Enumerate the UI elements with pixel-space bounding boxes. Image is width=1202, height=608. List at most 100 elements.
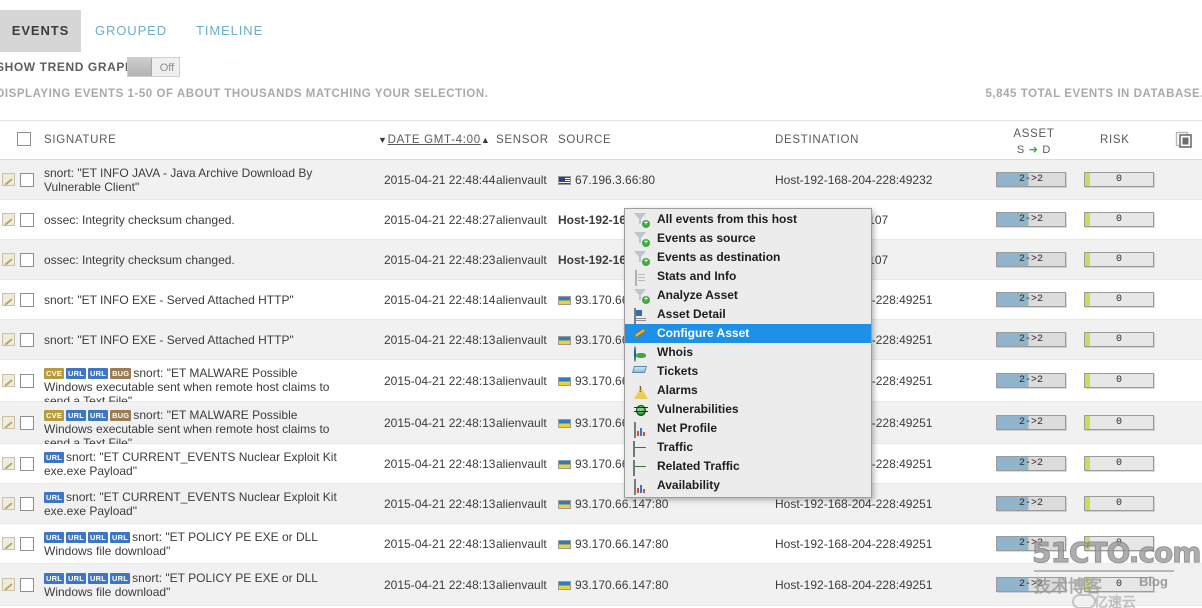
- row-checkbox[interactable]: [20, 416, 34, 430]
- badge-url[interactable]: URL: [44, 573, 65, 584]
- signature-cell[interactable]: ossec: Integrity checksum changed.: [44, 213, 344, 227]
- sort-desc-caret[interactable]: ▼: [378, 135, 388, 145]
- signature-cell[interactable]: URL snort: "ET CURRENT_EVENTS Nuclear Exp…: [44, 450, 344, 478]
- risk-pill[interactable]: 0: [1084, 456, 1154, 471]
- table-row[interactable]: URL snort: "ET CURRENT_EVENTS Nuclear Exp…: [0, 484, 1202, 524]
- row-annotate-icon[interactable]: [2, 374, 15, 387]
- row-annotate-icon[interactable]: [2, 173, 15, 186]
- table-row[interactable]: CVE URL URL BUG snort: "ET MALWARE Possible …: [0, 402, 1202, 450]
- context-menu[interactable]: + All events from this host + Events as sou…: [624, 208, 872, 498]
- risk-pill[interactable]: 0: [1084, 212, 1154, 227]
- sort-asc-caret[interactable]: ▲: [481, 135, 491, 145]
- asset-pill[interactable]: 2->2: [996, 415, 1066, 430]
- badge-url[interactable]: URL: [88, 532, 109, 543]
- source-cell[interactable]: 93.170.66.147:80: [558, 537, 668, 551]
- destination-cell[interactable]: Host-192-168-204-228:49232: [775, 173, 932, 187]
- badge-url[interactable]: URL: [110, 532, 131, 543]
- source-cell[interactable]: 67.196.3.66:80: [558, 173, 655, 187]
- sensor-cell[interactable]: alienvault: [496, 213, 547, 227]
- row-checkbox[interactable]: [20, 374, 34, 388]
- asset-pill[interactable]: 2->2: [996, 496, 1066, 511]
- table-row[interactable]: CVE URL URL BUG snort: "ET MALWARE Possible …: [0, 360, 1202, 408]
- badge-url[interactable]: URL: [44, 532, 65, 543]
- row-annotate-icon[interactable]: [2, 497, 15, 510]
- signature-cell[interactable]: URL URL URL URL snort: "ET POLICY PE EXE or …: [44, 571, 344, 599]
- date-cell[interactable]: 2015-04-21 22:48:13: [384, 457, 495, 471]
- date-cell[interactable]: 2015-04-21 22:48:13: [384, 416, 495, 430]
- column-header-source[interactable]: SOURCE: [558, 121, 611, 159]
- risk-pill[interactable]: 0: [1084, 292, 1154, 307]
- menu-item-net-profile[interactable]: Net Profile: [625, 419, 871, 438]
- date-cell[interactable]: 2015-04-21 22:48:27: [384, 213, 495, 227]
- sensor-cell[interactable]: alienvault: [496, 293, 547, 307]
- column-header-date[interactable]: ▼DATE GMT-4:00▲: [378, 121, 490, 159]
- asset-pill[interactable]: 2->2: [996, 292, 1066, 307]
- table-row[interactable]: URL snort: "ET CURRENT_EVENTS Nuclear Exp…: [0, 444, 1202, 484]
- risk-pill[interactable]: 0: [1084, 252, 1154, 267]
- sensor-cell[interactable]: alienvault: [496, 374, 547, 388]
- row-checkbox[interactable]: [20, 457, 34, 471]
- destination-cell[interactable]: Host-192-168-204-228:49251: [775, 497, 932, 511]
- badge-url[interactable]: URL: [110, 573, 131, 584]
- row-checkbox[interactable]: [20, 333, 34, 347]
- sensor-cell[interactable]: alienvault: [496, 253, 547, 267]
- menu-item-whois[interactable]: Whois: [625, 343, 871, 362]
- sensor-cell[interactable]: alienvault: [496, 537, 547, 551]
- signature-cell[interactable]: snort: "ET INFO JAVA - Java Archive Down…: [44, 166, 344, 194]
- risk-pill[interactable]: 0: [1084, 536, 1154, 551]
- menu-item-tickets[interactable]: Tickets: [625, 362, 871, 381]
- badge-url[interactable]: URL: [66, 368, 87, 379]
- asset-pill[interactable]: 2->2: [996, 577, 1066, 592]
- menu-item-alarms[interactable]: Alarms: [625, 381, 871, 400]
- tab-grouped[interactable]: GROUPED: [92, 10, 170, 52]
- badge-cve[interactable]: CVE: [44, 368, 65, 379]
- row-checkbox[interactable]: [20, 173, 34, 187]
- row-checkbox[interactable]: [20, 537, 34, 551]
- risk-pill[interactable]: 0: [1084, 172, 1154, 187]
- table-row[interactable]: URL URL URL URL snort: "ET POLICY PE EXE or …: [0, 524, 1202, 564]
- signature-cell[interactable]: URL URL URL URL snort: "ET POLICY PE EXE or …: [44, 530, 344, 558]
- menu-item-asset-detail[interactable]: Asset Detail: [625, 305, 871, 324]
- row-annotate-icon[interactable]: [2, 537, 15, 550]
- table-row[interactable]: snort: "ET INFO EXE - Served Attached HT…: [0, 320, 1202, 360]
- row-annotate-icon[interactable]: [2, 578, 15, 591]
- date-cell[interactable]: 2015-04-21 22:48:13: [384, 537, 495, 551]
- asset-pill[interactable]: 2->2: [996, 332, 1066, 347]
- table-row[interactable]: URL URL URL URL snort: "ET POLICY PE EXE or …: [0, 564, 1202, 606]
- destination-cell[interactable]: Host-192-168-204-228:49251: [775, 578, 932, 592]
- menu-item-events-as-source[interactable]: + Events as source: [625, 229, 871, 248]
- row-checkbox[interactable]: [20, 253, 34, 267]
- asset-pill[interactable]: 2->2: [996, 373, 1066, 388]
- risk-pill[interactable]: 0: [1084, 577, 1154, 592]
- sensor-cell[interactable]: alienvault: [496, 457, 547, 471]
- badge-url[interactable]: URL: [66, 532, 87, 543]
- badge-url[interactable]: URL: [66, 410, 87, 421]
- badge-bug[interactable]: BUG: [110, 368, 132, 379]
- table-row[interactable]: ossec: Integrity checksum changed. 2015-0…: [0, 240, 1202, 280]
- copy-icon[interactable]: [1175, 131, 1193, 149]
- risk-pill[interactable]: 0: [1084, 496, 1154, 511]
- tab-events[interactable]: EVENTS: [0, 10, 81, 52]
- badge-url[interactable]: URL: [66, 573, 87, 584]
- source-cell[interactable]: 93.170.66.147:80: [558, 578, 668, 592]
- row-annotate-icon[interactable]: [2, 333, 15, 346]
- menu-item-analyze-asset[interactable]: + Analyze Asset: [625, 286, 871, 305]
- risk-pill[interactable]: 0: [1084, 415, 1154, 430]
- sensor-cell[interactable]: alienvault: [496, 578, 547, 592]
- row-checkbox[interactable]: [20, 578, 34, 592]
- badge-url[interactable]: URL: [88, 410, 109, 421]
- row-annotate-icon[interactable]: [2, 253, 15, 266]
- sensor-cell[interactable]: alienvault: [496, 333, 547, 347]
- badge-url[interactable]: URL: [88, 573, 109, 584]
- column-header-destination[interactable]: DESTINATION: [775, 121, 859, 159]
- signature-cell[interactable]: snort: "ET INFO EXE - Served Attached HT…: [44, 293, 344, 307]
- asset-pill[interactable]: 2->2: [996, 536, 1066, 551]
- column-header-sensor[interactable]: SENSOR: [496, 121, 549, 159]
- asset-pill[interactable]: 2->2: [996, 252, 1066, 267]
- destination-cell[interactable]: Host-192-168-204-228:49251: [775, 537, 932, 551]
- date-cell[interactable]: 2015-04-21 22:48:14: [384, 293, 495, 307]
- date-cell[interactable]: 2015-04-21 22:48:13: [384, 497, 495, 511]
- badge-url[interactable]: URL: [44, 452, 65, 463]
- menu-item-configure-asset[interactable]: Configure Asset: [625, 324, 871, 343]
- menu-item-stats-and-info[interactable]: Stats and Info: [625, 267, 871, 286]
